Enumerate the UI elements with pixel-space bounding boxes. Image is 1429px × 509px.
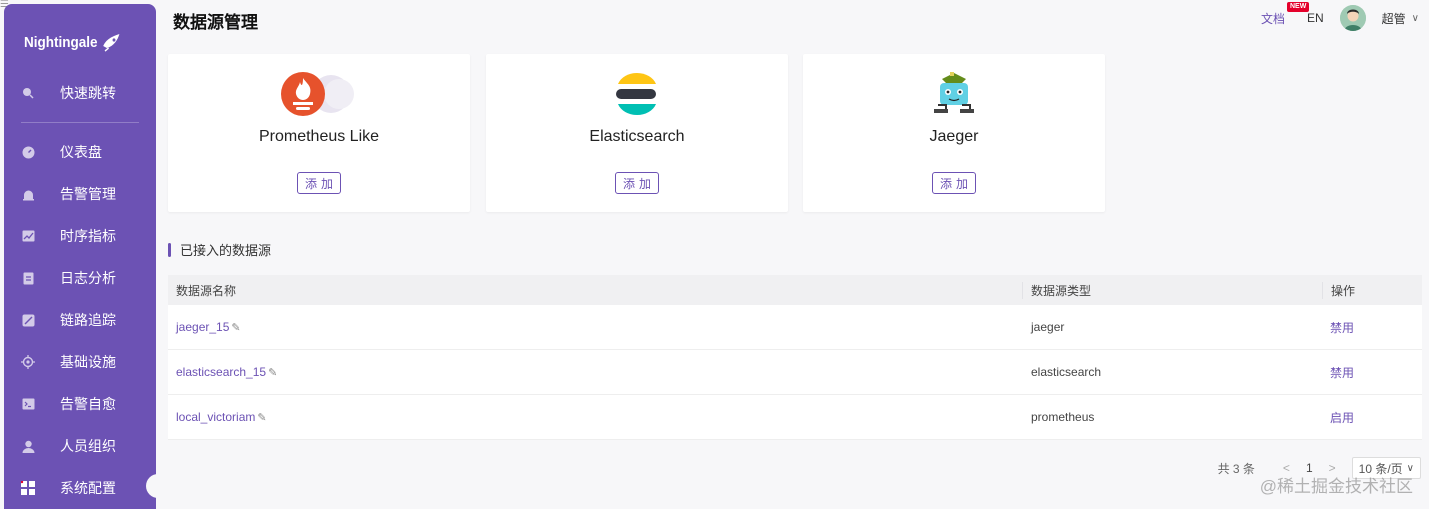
section-title: 已接入的数据源 (168, 240, 271, 259)
new-badge: NEW (1286, 1, 1310, 12)
datasource-name-link[interactable]: jaeger_15 (176, 320, 229, 334)
column-header-action: 操作 (1322, 281, 1422, 299)
toggle-action-link[interactable]: 启用 (1330, 411, 1354, 425)
sidebar-item-label: 基础设施 (60, 354, 116, 370)
sidebar-item-label: 仪表盘 (60, 144, 102, 160)
sidebar-item-label: 链路追踪 (60, 312, 116, 328)
sidebar-item-alarm[interactable]: 告警管理 (4, 177, 156, 211)
jaeger-logo-icon (934, 72, 974, 113)
logo-text: Nightingale (24, 33, 98, 51)
datasource-type: prometheus (1031, 410, 1095, 424)
datasource-type: elasticsearch (1031, 365, 1102, 379)
sidebar-item-label: 告警管理 (60, 186, 116, 202)
datasource-type: jaeger (1031, 320, 1065, 334)
sidebar-item-dashboard[interactable]: 仪表盘 (4, 135, 156, 169)
docs-label: 文档 (1260, 11, 1285, 26)
sidebar-item-label: 时序指标 (60, 228, 116, 244)
watermark: @稀土掘金技术社区 (1259, 477, 1413, 496)
table-row: elasticsearch_15 ✎ elasticsearch 禁用 (168, 350, 1422, 395)
toggle-action-link[interactable]: 禁用 (1330, 321, 1354, 335)
page-title: 数据源管理 (173, 13, 258, 32)
column-header-type: 数据源类型 (1022, 281, 1322, 299)
bird-logo-icon (102, 34, 120, 52)
username[interactable]: 超管 (1382, 10, 1406, 27)
settings-grid-icon (21, 481, 35, 495)
datasource-card-elasticsearch: Elasticsearch 添加 (486, 54, 788, 212)
column-header-name: 数据源名称 (176, 283, 237, 298)
add-elasticsearch-button[interactable]: 添加 (615, 172, 659, 194)
datasource-type-name: Prometheus Like (258, 128, 380, 145)
toggle-action-link[interactable]: 禁用 (1330, 366, 1354, 380)
table-row: jaeger_15 ✎ jaeger 禁用 (168, 305, 1422, 350)
prometheus-logo-icon (281, 72, 354, 116)
infra-icon (21, 355, 35, 369)
sidebar-item-self-heal[interactable]: 告警自愈 (4, 387, 156, 421)
add-jaeger-button[interactable]: 添加 (932, 172, 976, 194)
chevron-down-icon[interactable]: ∨ (1412, 13, 1419, 24)
datasource-table: 数据源名称 数据源类型 操作 jaeger_15 ✎ jaeger 禁用 elas… (168, 275, 1422, 440)
header-toolbar: 文档 NEW EN 超管 ∨ (1260, 1, 1419, 32)
app-logo[interactable]: Nightingale (24, 24, 121, 60)
datasource-name-link[interactable]: elasticsearch_15 (176, 365, 266, 379)
sidebar-item-label: 告警自愈 (60, 396, 116, 412)
edit-icon[interactable]: ✎ (257, 412, 266, 424)
sidebar-item-quick-jump[interactable]: 快速跳转 (4, 76, 156, 110)
sidebar-item-label: 系统配置 (60, 480, 116, 496)
pagination-total: 共 3 条 (1217, 461, 1255, 476)
alarm-icon (21, 187, 35, 201)
language-switch[interactable]: EN (1307, 11, 1324, 25)
terminal-icon (21, 397, 35, 411)
section-title-text: 已接入的数据源 (180, 243, 272, 258)
chart-icon (21, 229, 35, 243)
sidebar-item-tracing[interactable]: 链路追踪 (4, 303, 156, 337)
datasource-type-name: Jaeger (929, 128, 979, 145)
datasource-card-prometheus: Prometheus Like 添加 (168, 54, 470, 212)
docs-link[interactable]: 文档 NEW (1260, 1, 1310, 27)
add-prometheus-button[interactable]: 添加 (297, 172, 341, 194)
elasticsearch-logo-icon (616, 72, 656, 116)
sidebar-item-metrics[interactable]: 时序指标 (4, 219, 156, 253)
table-header: 数据源名称 数据源类型 操作 (168, 275, 1422, 305)
dashboard-icon (21, 145, 35, 159)
user-icon (21, 439, 35, 453)
section-accent-bar (168, 242, 171, 257)
datasource-card-jaeger: Jaeger 添加 (803, 54, 1105, 212)
sidebar-item-users[interactable]: 人员组织 (4, 429, 156, 463)
sidebar-divider (21, 122, 139, 123)
log-icon (21, 271, 35, 285)
trace-icon (21, 313, 35, 327)
datasource-name-link[interactable]: local_victoriam (176, 410, 255, 424)
sidebar-item-infra[interactable]: 基础设施 (4, 345, 156, 379)
avatar[interactable] (1339, 5, 1366, 31)
sidebar: Nightingale 快速跳转 仪表盘 告警管理 时序指标 日志分析 链路追踪… (4, 4, 156, 509)
sidebar-item-label: 快速跳转 (60, 85, 116, 101)
edit-icon[interactable]: ✎ (231, 322, 240, 334)
sidebar-item-logs[interactable]: 日志分析 (4, 261, 156, 295)
search-icon (21, 86, 35, 100)
sidebar-item-label: 日志分析 (60, 270, 116, 286)
datasource-type-name: Elasticsearch (589, 128, 685, 145)
edit-icon[interactable]: ✎ (268, 367, 277, 379)
sidebar-item-label: 人员组织 (60, 438, 116, 454)
sidebar-item-system-config[interactable]: 系统配置 (4, 471, 156, 505)
table-row: local_victoriam ✎ prometheus 启用 (168, 395, 1422, 440)
